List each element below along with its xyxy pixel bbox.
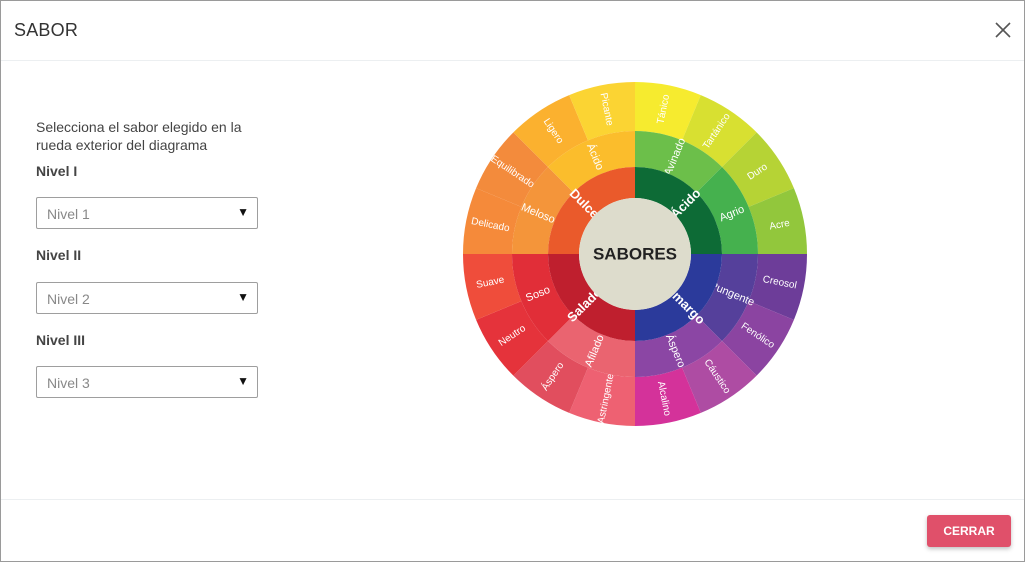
flavor-wheel: TánicoTartánicoDuroAcreCreosolFenólicoCá… [463,82,807,426]
wheel-center-label: SABORES [593,245,677,264]
modal-footer: CERRAR [1,499,1024,562]
flavor-modal: SABOR Selecciona el sabor elegido en la … [0,0,1025,562]
close-button[interactable]: CERRAR [927,515,1011,547]
